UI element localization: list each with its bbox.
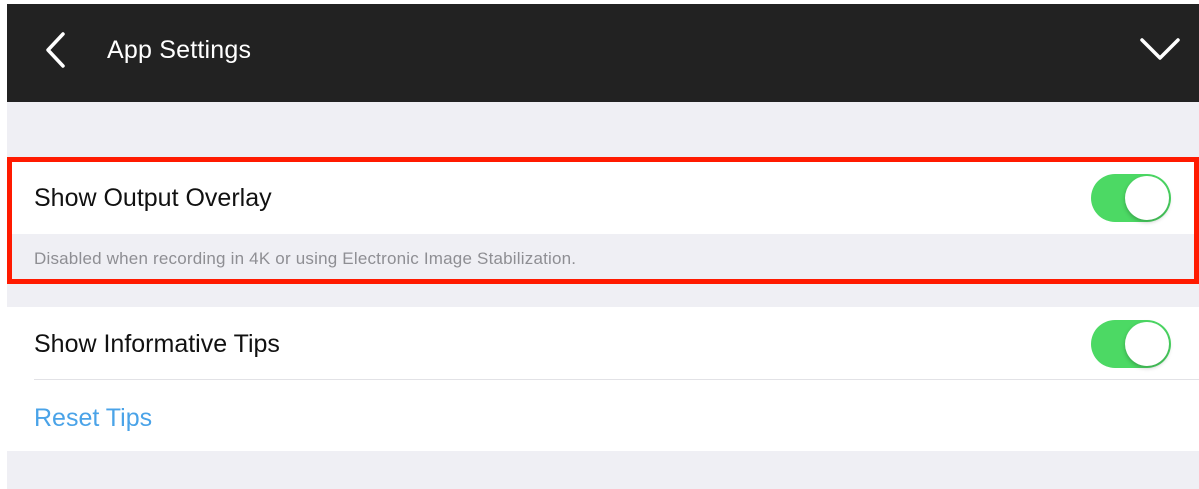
setting-label-informative-tips: Show Informative Tips [34,330,280,358]
output-overlay-note: Disabled when recording in 4K or using E… [7,234,1199,279]
page-title: App Settings [107,36,252,64]
output-overlay-note-text: Disabled when recording in 4K or using E… [34,249,577,268]
back-icon[interactable] [41,30,71,70]
navigation-bar: App Settings [7,4,1199,102]
setting-label-output-overlay: Show Output Overlay [34,184,272,212]
informative-tips-toggle[interactable] [1091,320,1171,368]
settings-screen: App Settings Show Output Overlay Disable… [7,4,1199,489]
screenshot-frame: App Settings Show Output Overlay Disable… [0,0,1199,489]
setting-row-output-overlay: Show Output Overlay [7,162,1199,234]
output-overlay-toggle[interactable] [1091,174,1171,222]
toggle-knob [1125,322,1169,366]
row-separator [34,379,1199,380]
reset-tips-link[interactable]: Reset Tips [34,401,152,435]
toggle-knob [1125,176,1169,220]
chevron-down-icon[interactable] [1138,34,1182,66]
tips-section: Show Informative Tips Reset Tips [7,307,1199,451]
